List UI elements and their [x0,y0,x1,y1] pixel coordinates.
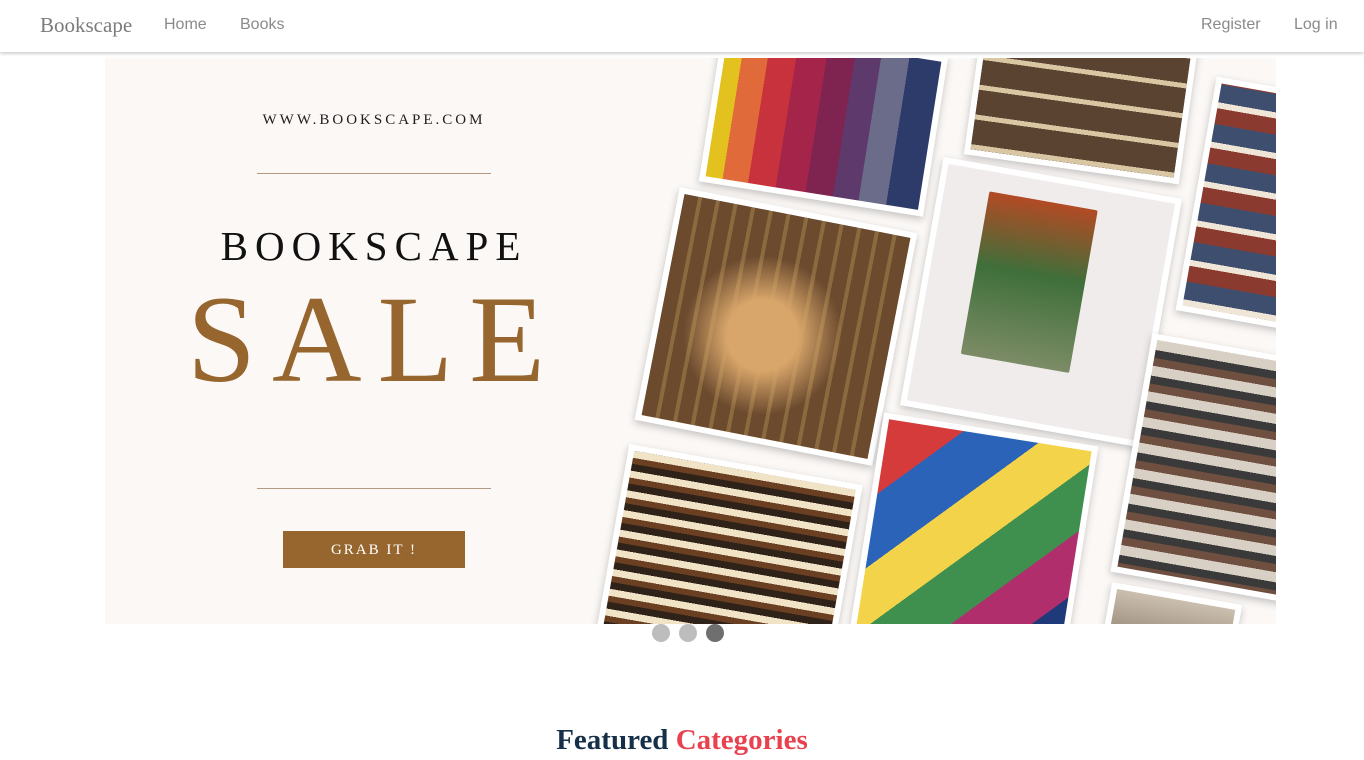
carousel-dot-2[interactable] [679,624,697,642]
carousel-indicators [652,624,724,642]
banner-url: WWW.BOOKSCAPE.COM [262,112,486,128]
photo-library-aisle [1175,76,1276,337]
nav-books-link[interactable]: Books [240,16,284,34]
featured-categories-heading: Featured Categories [0,724,1364,757]
divider-bottom [257,488,491,489]
photo-bookstore-interior [634,187,918,466]
grab-it-button[interactable]: GRAB IT ! [283,531,465,568]
brand-logo[interactable]: Bookscape [40,13,132,38]
heading-word-featured: Featured [556,724,669,756]
heading-word-categories: Categories [675,724,808,756]
photo-bookshop-table [848,412,1099,624]
register-link[interactable]: Register [1201,16,1261,34]
photo-library-shelves [963,58,1200,185]
carousel-dot-3[interactable] [706,624,724,642]
photo-colorful-book-spines [698,58,949,217]
carousel-dot-1[interactable] [652,624,670,642]
hero-banner: WWW.BOOKSCAPE.COM BOOKSCAPE SALE GRAB IT… [105,58,1276,624]
nav-home-link[interactable]: Home [164,16,207,34]
top-navbar: Bookscape Home Books Register Log in [0,0,1364,52]
banner-sale-headline: SALE [187,271,561,408]
login-link[interactable]: Log in [1294,16,1338,34]
banner-brand-title: BOOKSCAPE [220,223,528,269]
photo-stacked-old-books [594,443,863,624]
divider-top [257,173,491,174]
